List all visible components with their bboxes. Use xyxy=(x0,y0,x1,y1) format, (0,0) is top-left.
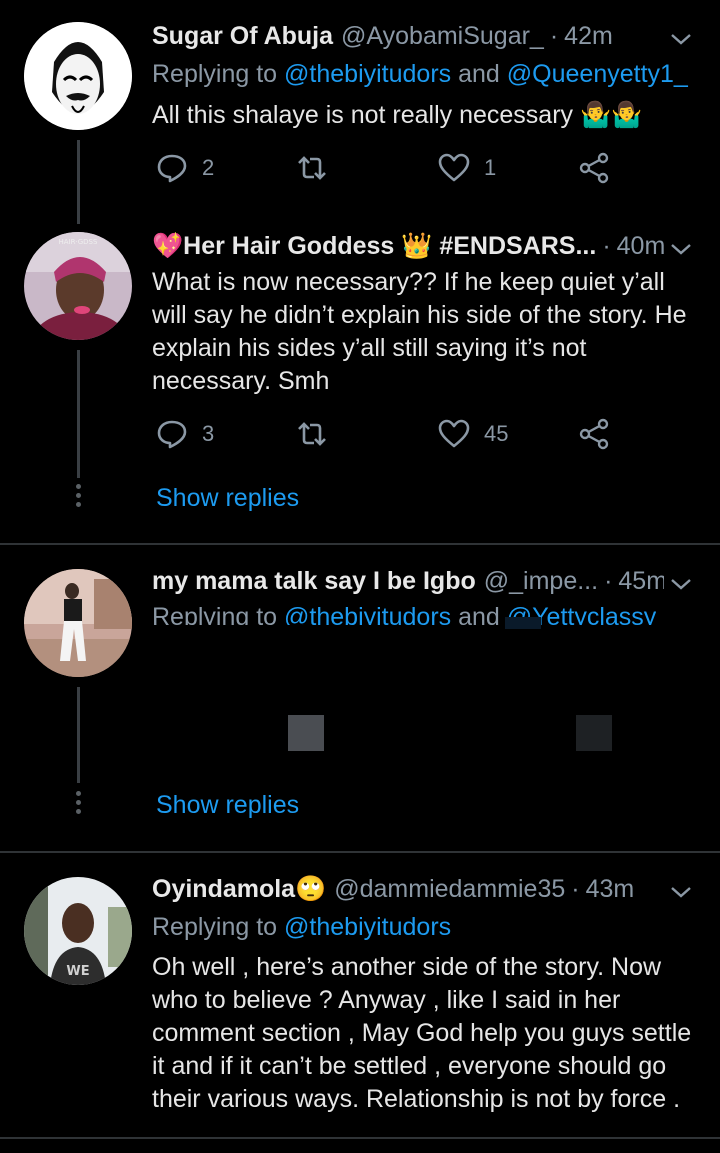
replying-and: and xyxy=(451,603,507,625)
chevron-down-icon[interactable] xyxy=(670,238,692,260)
reply-icon xyxy=(157,154,187,183)
tweet-text: All this shalaye is not really necessary… xyxy=(152,101,643,129)
redaction-block xyxy=(505,617,541,629)
tweet-header: Oyindamola 🙄 @dammiedammie35 · 43m xyxy=(152,875,664,904)
mention-link[interactable]: @thebiyitudors xyxy=(284,603,451,625)
like-button[interactable]: 45 xyxy=(438,418,508,450)
retweet-icon xyxy=(298,422,326,446)
reply-count: 2 xyxy=(202,155,215,180)
avatar[interactable]: WE xyxy=(24,877,132,985)
replying-to: Replying to @thebiyitudors and @Yettycla… xyxy=(152,603,656,625)
redaction-block xyxy=(288,715,324,751)
share-button[interactable] xyxy=(578,418,610,450)
display-name[interactable]: Her Hair Goddess 👑 #ENDSARS... xyxy=(183,232,596,261)
user-handle[interactable]: @dammiedammie35 xyxy=(334,875,565,904)
user-handle[interactable]: @AyobamiSugar_ xyxy=(341,22,544,51)
like-icon xyxy=(438,153,470,182)
reply-icon xyxy=(157,420,187,449)
separator: · xyxy=(571,875,580,903)
thread-line xyxy=(77,206,80,224)
retweet-button[interactable] xyxy=(296,418,328,450)
heart-emoji: 💖 xyxy=(152,232,184,260)
tweet-header: Sugar Of Abuja @AyobamiSugar_ · 42m xyxy=(152,22,664,51)
mention-link[interactable]: @Queenyetty1_ xyxy=(507,60,688,88)
tweet-actions: 2 1 xyxy=(156,152,626,186)
replying-to: Replying to @thebiyitudors and @Queenyet… xyxy=(152,60,688,89)
chevron-down-icon[interactable] xyxy=(670,573,692,595)
share-button[interactable] xyxy=(578,152,610,184)
mention-link[interactable]: @thebiyitudors xyxy=(284,913,451,941)
share-icon xyxy=(579,152,609,184)
like-button[interactable]: 1 xyxy=(438,152,496,184)
tweet-4[interactable]: WE Oyindamola 🙄 @dammiedammie35 · 43m Re… xyxy=(0,853,720,1139)
tweet-actions: 3 45 xyxy=(156,418,626,452)
avatar[interactable] xyxy=(24,22,132,130)
display-name[interactable]: Oyindamola xyxy=(152,875,295,904)
reply-button[interactable]: 3 xyxy=(156,418,214,450)
separator: · xyxy=(549,22,559,50)
replying-and: and xyxy=(451,60,507,88)
timestamp: 45m xyxy=(618,567,664,595)
tweet-3[interactable]: my mama talk say I be Igbo @_impe... · 4… xyxy=(0,545,720,851)
timestamp: 40m xyxy=(616,232,664,260)
tweet-1[interactable]: Sugar Of Abuja @AyobamiSugar_ · 42m Repl… xyxy=(0,0,720,210)
separator: · xyxy=(604,567,613,595)
timestamp: 43m xyxy=(585,875,635,903)
avatar[interactable]: HAIR·GDSS xyxy=(24,232,132,340)
display-name[interactable]: Sugar Of Abuja xyxy=(152,22,333,51)
replying-prefix: Replying to xyxy=(152,60,285,88)
retweet-icon xyxy=(298,156,326,180)
chevron-down-icon[interactable] xyxy=(670,28,692,50)
thread-line xyxy=(77,140,80,210)
tweet-2[interactable]: HAIR·GDSS 💖 Her Hair Goddess 👑 #ENDSARS.… xyxy=(0,206,720,544)
chevron-down-icon[interactable] xyxy=(670,881,692,903)
tweet-text: Oh well , here’s another side of the sto… xyxy=(152,953,692,1113)
display-name[interactable]: my mama talk say I be Igbo xyxy=(152,567,476,596)
thread-line xyxy=(77,350,80,478)
show-replies-link[interactable]: Show replies xyxy=(156,484,299,513)
share-icon xyxy=(579,418,609,450)
like-icon xyxy=(438,419,470,448)
timestamp: 42m xyxy=(564,22,613,50)
redaction-block xyxy=(576,715,612,751)
tweet-text: What is now necessary?? If he keep quiet… xyxy=(152,268,687,395)
name-emoji: 🙄 xyxy=(295,875,327,903)
mention-link[interactable]: @thebiyitudors xyxy=(284,60,451,88)
more-replies-dots xyxy=(74,791,82,818)
avatar[interactable] xyxy=(24,569,132,677)
like-count: 45 xyxy=(484,421,509,446)
replying-prefix: Replying to xyxy=(152,603,285,625)
retweet-button[interactable] xyxy=(296,152,328,184)
replying-to: Replying to @thebiyitudors xyxy=(152,913,451,942)
reply-button[interactable]: 2 xyxy=(156,152,214,184)
svg-text:WE: WE xyxy=(66,964,89,979)
separator: · xyxy=(602,232,611,260)
tweet-header: 💖 Her Hair Goddess 👑 #ENDSARS... · 40m xyxy=(152,232,664,261)
replying-prefix: Replying to xyxy=(152,913,285,941)
show-replies-link[interactable]: Show replies xyxy=(156,791,299,820)
like-count: 1 xyxy=(484,155,497,180)
reply-count: 3 xyxy=(202,421,215,446)
thread-line xyxy=(77,687,80,783)
svg-text:HAIR·GDSS: HAIR·GDSS xyxy=(59,238,98,246)
user-handle[interactable]: @_impe... xyxy=(484,567,598,596)
divider xyxy=(0,1137,720,1139)
tweet-header: my mama talk say I be Igbo @_impe... · 4… xyxy=(152,567,664,596)
more-replies-dots xyxy=(74,484,82,511)
